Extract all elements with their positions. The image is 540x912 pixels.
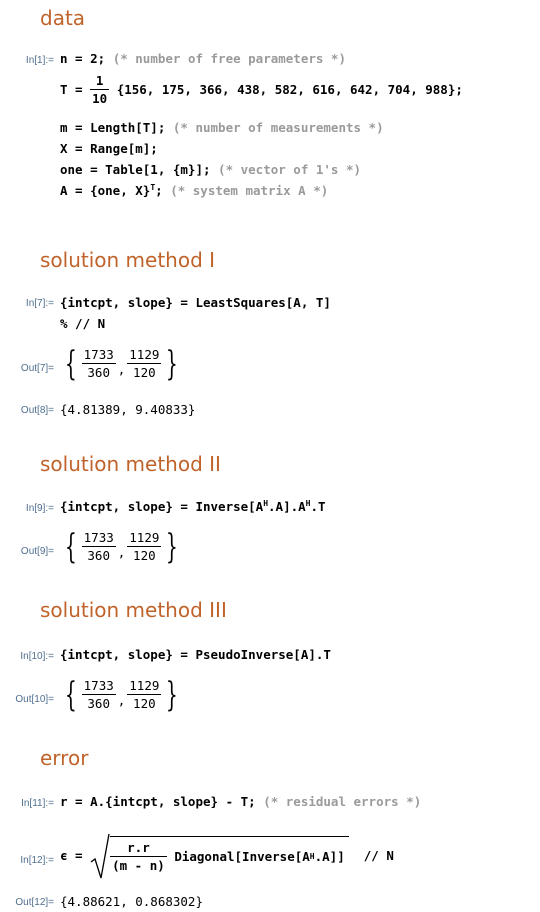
cell-label-in10: In[10]:= (20, 651, 54, 662)
radical-sign-icon (90, 833, 110, 879)
fraction-intercept: 1733 360 (81, 346, 116, 381)
code-text: .T (310, 499, 326, 514)
cell-label-out9: Out[9]= (20, 546, 54, 557)
input-line-one[interactable]: one = Table[1, {m}]; (* vector of 1's *) (60, 161, 361, 179)
input-line-t[interactable]: T = 1 10 {156, 175, 366, 438, 582, 616, 6… (60, 72, 463, 107)
fraction-numerator: r.r (110, 839, 167, 857)
comma: , (117, 362, 126, 377)
cell-label-out7: Out[7]= (20, 363, 54, 374)
output-fractions-out9: { 1733 360 , 1129 120 } (60, 529, 183, 564)
right-brace: } (166, 674, 179, 715)
code-text: {intcpt, slope} = Inverse[A (60, 499, 264, 514)
code-text: ; (155, 183, 171, 198)
output-fractions-out7: { 1733 360 , 1129 120 } (60, 346, 183, 381)
code-text: {156, 175, 366, 438, 582, 616, 642, 704,… (109, 81, 463, 97)
output-fractions-out10: { 1733 360 , 1129 120 } (60, 677, 183, 712)
fraction-denominator: 360 (87, 548, 110, 563)
input-line-inverse[interactable]: {intcpt, slope} = Inverse[AH.A].AH.T (60, 498, 326, 516)
section-heading-method2: solution method II (40, 452, 221, 476)
comma: , (117, 545, 126, 560)
cell-label-in12: In[12]:= (20, 855, 54, 866)
input-line-m[interactable]: m = Length[T]; (* number of measurements… (60, 119, 384, 137)
section-heading-method1: solution method I (40, 248, 216, 272)
left-brace: { (64, 526, 77, 567)
cell-label-out12: Out[12]= (15, 897, 54, 908)
fraction-numerator: 1129 (127, 530, 162, 547)
input-line-leastsquares[interactable]: {intcpt, slope} = LeastSquares[A, T] (60, 294, 331, 312)
fraction-denominator: 120 (133, 696, 156, 711)
fraction-intercept: 1733 360 (81, 677, 116, 712)
cell-label-out10: Out[10]= (15, 694, 54, 705)
fraction-numerator: 1129 (127, 678, 162, 695)
comma: , (117, 693, 126, 708)
cell-label-in9: In[9]:= (25, 503, 54, 514)
code-text: m = Length[T]; (60, 120, 173, 135)
input-line-x[interactable]: X = Range[m]; (60, 140, 158, 158)
left-brace: { (64, 343, 77, 384)
section-heading-method3: solution method III (40, 598, 227, 622)
input-line-epsilon[interactable]: ϵ = r.r (m - n) Diagonal[Inverse[A H .A]] /… (60, 832, 394, 880)
code-text: ϵ = (60, 848, 91, 863)
output-value-out12: {4.88621, 0.868302} (60, 894, 203, 909)
left-brace: { (64, 674, 77, 715)
fraction-denominator: 360 (87, 365, 110, 380)
fraction-denominator: (m - n) (112, 858, 165, 873)
code-comment: (* number of free parameters *) (112, 51, 346, 66)
fraction-numerator: 1 (90, 72, 110, 90)
code-comment: (* residual errors *) (263, 794, 422, 809)
code-text: r = A.{intcpt, slope} - T; (60, 794, 264, 809)
code-text: .A].A (268, 499, 306, 514)
fraction-intercept: 1733 360 (81, 529, 116, 564)
code-comment: (* number of measurements *) (172, 120, 384, 135)
code-text: Diagonal[Inverse[A (166, 848, 310, 864)
code-text: X = Range[m]; (60, 141, 158, 156)
cell-label-in1: In[1]:= (25, 55, 54, 66)
fraction-denominator: 10 (92, 91, 108, 106)
code-comment: (* system matrix A *) (170, 183, 329, 198)
input-line-n[interactable]: n = 2; (* number of free parameters *) (60, 50, 346, 68)
cell-label-in11: In[11]:= (21, 798, 54, 809)
input-line-pseudoinverse[interactable]: {intcpt, slope} = PseudoInverse[A].T (60, 646, 331, 664)
code-comment: (* vector of 1's *) (218, 162, 362, 177)
output-value-out8: {4.81389, 9.40833} (60, 402, 196, 417)
code-text: .A]] (314, 848, 345, 864)
fraction-denominator: 120 (133, 548, 156, 563)
fraction-residual-norm: r.r (m - n) (110, 839, 167, 874)
fraction-one-tenth: 1 10 (90, 72, 110, 107)
right-brace: } (166, 343, 179, 384)
code-text: A = {one, X} (60, 183, 151, 198)
code-text: one = Table[1, {m}]; (60, 162, 219, 177)
fraction-slope: 1129 120 (127, 677, 162, 712)
fraction-numerator: 1733 (81, 347, 116, 364)
code-text: // N (348, 848, 394, 863)
radicand: r.r (m - n) Diagonal[Inverse[A H .A]] (110, 836, 349, 874)
cell-label-in7: In[7]:= (25, 298, 54, 309)
right-brace: } (166, 526, 179, 567)
fraction-denominator: 120 (133, 365, 156, 380)
fraction-slope: 1129 120 (127, 529, 162, 564)
code-text: n = 2; (60, 51, 113, 66)
fraction-denominator: 360 (87, 696, 110, 711)
input-line-numeric[interactable]: % // N (60, 315, 105, 333)
input-line-residual[interactable]: r = A.{intcpt, slope} - T; (* residual e… (60, 793, 421, 811)
fraction-slope: 1129 120 (127, 346, 162, 381)
section-heading-data: data (40, 6, 86, 30)
code-text: T = (60, 81, 91, 97)
fraction-numerator: 1129 (127, 347, 162, 364)
fraction-numerator: 1733 (81, 678, 116, 695)
cell-label-out8: Out[8]= (20, 405, 54, 416)
section-heading-error: error (40, 746, 89, 770)
fraction-numerator: 1733 (81, 530, 116, 547)
input-line-a[interactable]: A = {one, X}T; (* system matrix A *) (60, 182, 328, 200)
